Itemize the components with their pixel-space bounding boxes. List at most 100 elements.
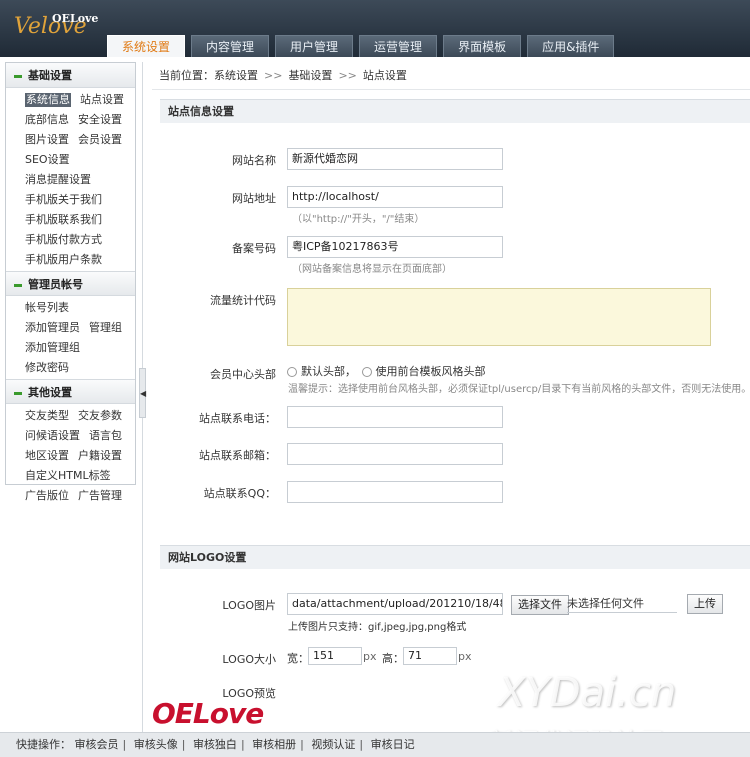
app-logo[interactable]: Velove OELove <box>14 10 98 44</box>
divider: | <box>181 738 186 751</box>
stats-code-textarea[interactable] <box>287 288 711 346</box>
sidebar-item-ad-management[interactable]: 广告管理 <box>78 489 122 503</box>
sidebar-item-site-settings[interactable]: 站点设置 <box>80 93 124 107</box>
sidebar-item-admin-groups[interactable]: 管理组 <box>89 321 122 335</box>
sidebar-item-mobile-about[interactable]: 手机版关于我们 <box>25 193 126 207</box>
upload-format-hint: 上传图片只支持：gif,jpeg,jpg,png格式 <box>288 622 467 633</box>
sidebar-section-other[interactable]: 其他设置 <box>6 379 135 404</box>
sidebar-item-custom-html[interactable]: 自定义HTML标签 <box>25 469 126 483</box>
site-name-label: 网站名称 <box>232 154 276 167</box>
sidebar-item-account-list[interactable]: 帐号列表 <box>25 301 69 315</box>
collapse-dash-icon <box>14 391 22 395</box>
sidebar-item-message-reminder[interactable]: 消息提醒设置 <box>25 173 91 187</box>
icp-label: 备案号码 <box>232 242 276 255</box>
email-label: 站点联系邮箱： <box>199 449 276 462</box>
site-info-section-title: 站点信息设置 <box>160 99 750 123</box>
choose-file-button[interactable]: 选择文件 <box>511 595 569 615</box>
logo-size-label: LOGO大小 <box>222 653 276 666</box>
sidebar-item-dating-params[interactable]: 交友参数 <box>78 409 122 423</box>
height-unit: px <box>458 650 472 663</box>
site-url-label: 网站地址 <box>232 192 276 205</box>
sidebar-item-region-settings[interactable]: 地区设置 <box>25 449 69 463</box>
sidebar: 基础设置 系统信息 站点设置 底部信息 安全设置 图片设置 会员设置 SEO设置… <box>5 62 136 502</box>
logo-width-input[interactable]: 151 <box>308 647 362 665</box>
sidebar-item-footer-info[interactable]: 底部信息 <box>25 113 69 127</box>
tab-apps-plugins[interactable]: 应用&插件 <box>527 35 615 57</box>
sidebar-item-image-settings[interactable]: 图片设置 <box>25 133 69 147</box>
member-header-label: 会员中心头部 <box>210 368 276 381</box>
quick-link-review-monologues[interactable]: 审核独白 <box>193 738 237 751</box>
sidebar-item-mobile-contact[interactable]: 手机版联系我们 <box>25 213 126 227</box>
radio-frontend-header-label[interactable]: 使用前台模板风格头部 <box>376 365 486 378</box>
breadcrumb-item[interactable]: 基础设置 <box>288 69 332 82</box>
sidebar-section-basic-items: 系统信息 站点设置 底部信息 安全设置 图片设置 会员设置 SEO设置 消息提醒… <box>6 88 135 271</box>
breadcrumb: 当前位置：系统设置 >> 基础设置 >> 站点设置 <box>152 62 750 90</box>
quick-link-review-diaries[interactable]: 审核日记 <box>371 738 415 751</box>
sidebar-item-member-settings[interactable]: 会员设置 <box>78 133 122 147</box>
quick-actions-bar: 快捷操作： 审核会员 | 审核头像 | 审核独白 | 审核相册 | 视频认证 | 审核日记 <box>0 732 750 757</box>
tab-system-settings[interactable]: 系统设置 <box>107 35 186 57</box>
no-file-chosen: 未选择任何文件 <box>567 595 677 613</box>
sidebar-section-basic[interactable]: 基础设置 <box>6 63 135 88</box>
logo-section-title: 网站LOGO设置 <box>160 545 750 569</box>
quick-link-review-albums[interactable]: 审核相册 <box>252 738 296 751</box>
quick-link-review-members[interactable]: 审核会员 <box>75 738 119 751</box>
width-unit: px <box>363 650 377 663</box>
tab-templates[interactable]: 界面模板 <box>443 35 522 57</box>
upload-button[interactable]: 上传 <box>687 594 723 614</box>
sidebar-item-hukou-settings[interactable]: 户籍设置 <box>78 449 122 463</box>
divider: | <box>300 738 304 751</box>
member-header-options: 默认头部， 使用前台模板风格头部 <box>287 363 486 379</box>
sidebar-item-mobile-terms[interactable]: 手机版用户条款 <box>25 253 126 267</box>
logo-preview-image: OELove <box>152 697 264 730</box>
tab-operations[interactable]: 运营管理 <box>359 35 438 57</box>
sidebar-section-admin-items: 帐号列表 添加管理员 管理组 添加管理组 修改密码 <box>6 296 135 379</box>
site-url-hint: （以"http://"开头，"/"结束） <box>292 214 425 225</box>
radio-default-header[interactable] <box>287 367 297 377</box>
site-name-input[interactable]: 新源代婚恋网 <box>287 148 503 170</box>
logo-path-input[interactable]: data/attachment/upload/201210/18/48b7533… <box>287 593 503 615</box>
quick-link-review-avatars[interactable]: 审核头像 <box>134 738 178 751</box>
sidebar-section-other-items: 交友类型 交友参数 问候语设置 语言包 地区设置 户籍设置 自定义HTML标签 … <box>6 404 135 507</box>
sidebar-item-seo[interactable]: SEO设置 <box>25 153 70 167</box>
sidebar-item-mobile-payment[interactable]: 手机版付款方式 <box>25 233 126 247</box>
qq-input[interactable] <box>287 481 503 503</box>
logo-name: OELove <box>52 12 99 25</box>
sidebar-item-system-info[interactable]: 系统信息 <box>25 93 71 107</box>
sidebar-section-admin[interactable]: 管理员帐号 <box>6 271 135 296</box>
collapse-dash-icon <box>14 74 22 78</box>
email-input[interactable] <box>287 443 503 465</box>
divider: | <box>122 738 127 751</box>
sidebar-item-add-admin-group[interactable]: 添加管理组 <box>25 341 80 355</box>
sidebar-item-dating-types[interactable]: 交友类型 <box>25 409 69 423</box>
site-url-input[interactable]: http://localhost/ <box>287 186 503 208</box>
sidebar-item-greetings[interactable]: 问候语设置 <box>25 429 80 443</box>
quick-link-video-verify[interactable]: 视频认证 <box>311 738 355 751</box>
radio-frontend-header[interactable] <box>361 367 372 377</box>
sidebar-item-security[interactable]: 安全设置 <box>78 113 122 127</box>
tab-content-management[interactable]: 内容管理 <box>191 35 270 57</box>
arrow-left-icon: ◀ <box>140 389 147 398</box>
tab-user-management[interactable]: 用户管理 <box>275 35 354 57</box>
quick-actions-label: 快捷操作： <box>16 738 71 751</box>
main-tabs: 系统设置 内容管理 用户管理 运营管理 界面模板 应用&插件 <box>107 35 615 57</box>
watermark-line1: XYDai.cn <box>498 670 677 716</box>
breadcrumb-separator: >> <box>338 69 357 82</box>
phone-input[interactable] <box>287 406 503 428</box>
stats-code-label: 流量统计代码 <box>210 294 276 307</box>
divider: | <box>359 738 364 751</box>
phone-label: 站点联系电话： <box>199 412 276 425</box>
member-header-tip: 温馨提示：选择使用前台风格头部，必须保证tpl/usercp/目录下有当前风格的… <box>288 384 750 395</box>
breadcrumb-item[interactable]: 系统设置 <box>214 69 258 82</box>
breadcrumb-item: 站点设置 <box>362 69 407 82</box>
icp-input[interactable]: 粤ICP备10217863号 <box>287 236 503 258</box>
logo-image-label: LOGO图片 <box>222 599 276 612</box>
logo-height-input[interactable]: 71 <box>403 647 457 665</box>
sidebar-item-change-password[interactable]: 修改密码 <box>25 361 126 375</box>
sidebar-item-ad-slots[interactable]: 广告版位 <box>25 489 69 503</box>
sidebar-item-add-admin[interactable]: 添加管理员 <box>25 321 80 335</box>
sidebar-item-language-pack[interactable]: 语言包 <box>89 429 122 443</box>
sidebar-toggle[interactable]: ◀ <box>139 368 146 418</box>
breadcrumb-separator: >> <box>264 69 283 82</box>
radio-default-header-label[interactable]: 默认头部， <box>301 365 356 378</box>
